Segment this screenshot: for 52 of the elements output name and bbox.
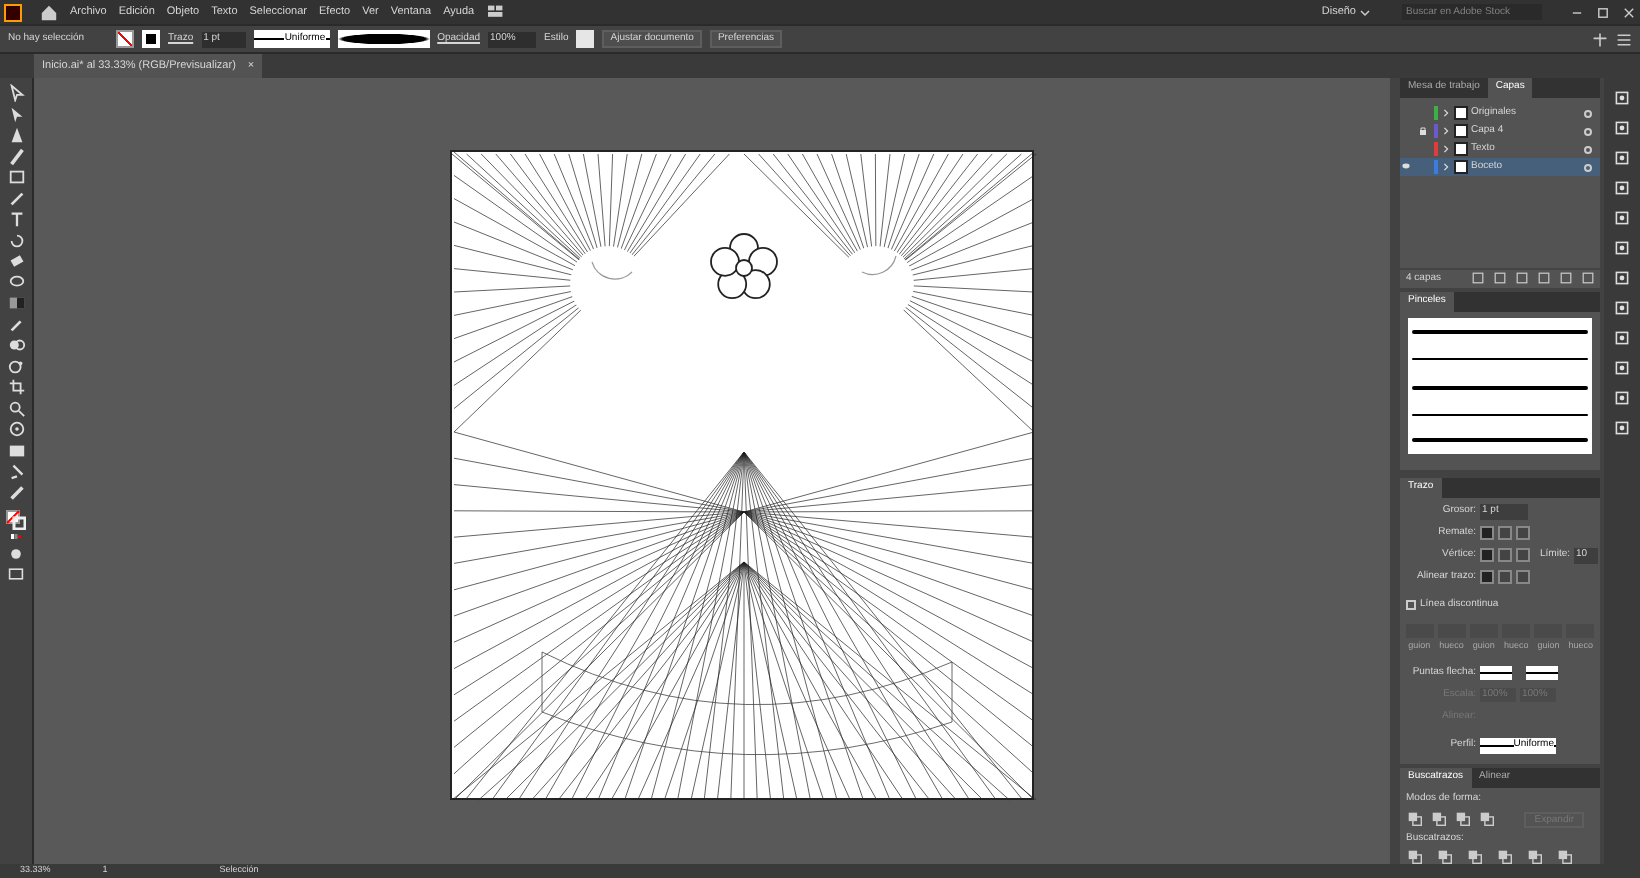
lock-icon[interactable]: [1418, 126, 1428, 136]
arrowhead-dropdown[interactable]: [1480, 666, 1512, 681]
eyedropper-icon[interactable]: [7, 315, 25, 333]
eraser-icon[interactable]: [7, 252, 25, 270]
draw-mode-icon[interactable]: [8, 546, 24, 562]
lasso-icon[interactable]: [7, 273, 25, 291]
menu-icon[interactable]: [1616, 31, 1632, 47]
target-icon[interactable]: [1584, 163, 1592, 171]
align-option[interactable]: [1498, 570, 1512, 585]
target-icon[interactable]: [1584, 145, 1592, 153]
chevron-down-icon[interactable]: [1360, 7, 1370, 17]
symbol-sprayer-icon[interactable]: [7, 357, 25, 375]
puppet-warp-icon[interactable]: [7, 420, 25, 438]
cap-option[interactable]: [1498, 526, 1512, 541]
zoom-icon[interactable]: [7, 399, 25, 417]
screen-mode-icon[interactable]: [8, 565, 24, 581]
ruler-icon[interactable]: [7, 483, 25, 501]
direct-selection-icon[interactable]: [7, 105, 25, 123]
rotate-icon[interactable]: [7, 231, 25, 249]
align-option[interactable]: [1480, 570, 1494, 585]
eye-icon[interactable]: [1400, 162, 1412, 170]
dashed-line-checkbox[interactable]: [1406, 600, 1416, 611]
corner-option[interactable]: [1480, 548, 1494, 563]
rectangle-icon[interactable]: [7, 168, 25, 186]
close-icon[interactable]: [1622, 5, 1636, 19]
style-swatch[interactable]: [576, 30, 595, 48]
gradient-icon[interactable]: [7, 294, 25, 312]
corner-option[interactable]: [1498, 548, 1512, 563]
cap-option[interactable]: [1480, 526, 1494, 541]
color-mode-icon[interactable]: [6, 533, 26, 543]
blend-icon[interactable]: [7, 336, 25, 354]
restore-icon[interactable]: [1596, 5, 1610, 19]
fill-stroke-icon[interactable]: [6, 510, 26, 530]
pin-icon[interactable]: [7, 462, 25, 480]
brush-icon[interactable]: [7, 147, 25, 165]
align-icon[interactable]: [1592, 31, 1608, 47]
target-icon[interactable]: [1584, 109, 1592, 117]
selection-arrow-icon[interactable]: [7, 84, 25, 102]
pencil-icon[interactable]: [7, 189, 25, 207]
type-icon[interactable]: [7, 210, 25, 228]
layout-grid-icon[interactable]: [486, 4, 507, 20]
app-logo-icon[interactable]: [4, 3, 22, 21]
arrowhead-dropdown[interactable]: [1526, 666, 1558, 681]
align-option[interactable]: [1516, 570, 1530, 585]
target-icon[interactable]: [1584, 127, 1592, 135]
brush-preview-dropdown[interactable]: [337, 30, 430, 48]
cap-option[interactable]: [1516, 526, 1530, 541]
stroke-swatch[interactable]: [142, 30, 160, 48]
pen-icon[interactable]: [7, 126, 25, 144]
corner-option[interactable]: [1516, 548, 1530, 563]
fill-swatch[interactable]: [116, 30, 134, 48]
crop-icon[interactable]: [7, 378, 25, 396]
